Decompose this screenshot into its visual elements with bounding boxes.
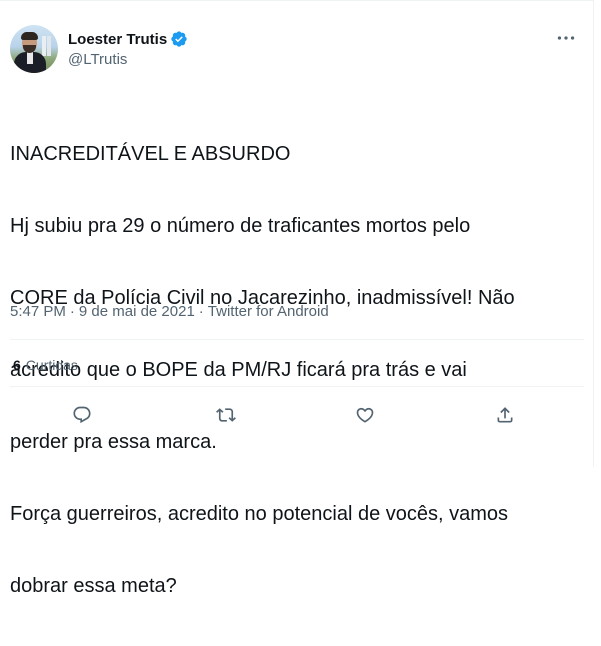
like-icon	[356, 407, 374, 423]
tweet-text-line: Hj subiu pra 29 o número de traficantes …	[10, 215, 471, 237]
reply-icon	[73, 406, 91, 424]
likes-label: Curtidas	[25, 357, 78, 373]
avatar-hair	[21, 32, 38, 40]
avatar-building	[47, 36, 51, 56]
retweet-button[interactable]	[212, 401, 240, 429]
like-button[interactable]	[351, 401, 379, 429]
tweet-text-line: Força guerreiros, acredito no potencial …	[10, 503, 509, 525]
tweet-text-line: INACREDITÁVEL E ABSURDO	[10, 143, 291, 165]
avatar-building	[42, 36, 46, 56]
share-button[interactable]	[491, 401, 519, 429]
author-display-name[interactable]: Loester Trutis	[68, 31, 167, 48]
tweet-text-line: perder pra essa marca.	[10, 431, 217, 453]
tweet-card: Loester Trutis @LTrutis INACREDITÁVEL E …	[0, 0, 594, 597]
divider	[10, 386, 584, 387]
more-dots-icon	[557, 36, 575, 40]
tweet-source-link[interactable]: Twitter for Android	[208, 303, 329, 320]
more-options-button[interactable]	[555, 29, 577, 47]
tweet-text: INACREDITÁVEL E ABSURDO Hj subiu pra 29 …	[10, 94, 585, 646]
meta-separator: ·	[69, 303, 75, 320]
avatar-shirt	[27, 52, 33, 64]
share-icon	[497, 407, 513, 423]
divider	[10, 339, 584, 340]
reply-button[interactable]	[68, 401, 96, 429]
verified-badge-icon	[171, 31, 187, 47]
avatar[interactable]	[10, 25, 58, 73]
tweet-text-line: dobrar essa meta?	[10, 575, 177, 597]
likes-count: 6	[13, 357, 21, 373]
tweet-date[interactable]: 9 de mai de 2021	[79, 303, 195, 320]
tweet-text-line: acredito que o BOPE da PM/RJ ficará pra …	[10, 359, 467, 381]
tweet-time[interactable]: 5:47 PM	[10, 303, 66, 320]
tweet-actions	[0, 401, 594, 429]
meta-separator: ·	[198, 303, 204, 320]
likes-stat[interactable]: 6 Curtidas	[13, 357, 78, 373]
author-handle[interactable]: @LTrutis	[68, 51, 127, 68]
retweet-icon	[216, 408, 236, 422]
tweet-meta: 5:47 PM · 9 de mai de 2021 · Twitter for…	[10, 303, 329, 320]
author-name-row[interactable]: Loester Trutis	[68, 30, 188, 48]
